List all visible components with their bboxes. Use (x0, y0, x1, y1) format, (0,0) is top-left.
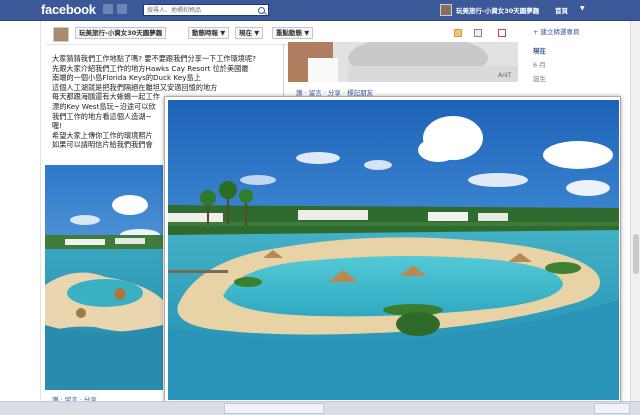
post-photo-image (45, 165, 163, 390)
right-card-photo (288, 42, 518, 82)
account-menu-icon[interactable]: ▼ (580, 5, 585, 12)
photo-watermark: AnIT (498, 72, 512, 79)
note-icon[interactable] (454, 29, 462, 37)
post-line: 南端的一個小島Florida Keys的Duck Key島上 (52, 73, 201, 83)
left-divider (40, 21, 41, 406)
chat-bar (0, 401, 640, 415)
friend-requests-icon[interactable] (103, 4, 113, 14)
search-box[interactable] (143, 4, 269, 16)
page-name-button[interactable]: 玩美旅行-小資女30天圓夢趣 (75, 27, 167, 39)
timeline-now[interactable]: 現在 (533, 45, 546, 55)
calendar-icon[interactable] (498, 29, 506, 37)
messages-icon[interactable] (117, 4, 127, 14)
page-avatar[interactable] (53, 27, 69, 42)
photo-lightbox[interactable] (164, 96, 621, 402)
search-icon[interactable] (258, 7, 265, 14)
profile-name-link[interactable]: 玩美旅行-小資女30天圓夢趣 (456, 5, 539, 15)
chat-tab[interactable] (224, 403, 324, 414)
home-link[interactable]: 首頁 (555, 5, 568, 15)
profile-avatar[interactable] (440, 4, 452, 16)
timeline-june[interactable]: 6 月 (533, 59, 546, 69)
photo-icon[interactable] (474, 29, 482, 37)
right-photo-card[interactable]: AnIT (288, 42, 518, 82)
timeline-menu[interactable]: 動態時報 ▼ (188, 27, 230, 39)
post-line: 這個人工湖就是把我們隔絕在離坦又安適回憶的地方 (52, 82, 218, 92)
resort-photo (168, 100, 619, 400)
create-page-link[interactable]: + 建立精選專頁 (533, 26, 580, 36)
scrollbar-thumb[interactable] (633, 234, 639, 274)
search-input[interactable] (144, 5, 255, 15)
chat-tab[interactable] (594, 403, 630, 414)
page-scrollbar[interactable] (630, 21, 640, 401)
now-menu[interactable]: 現在 ▼ (235, 27, 264, 39)
timeline-born[interactable]: 誕生 (533, 73, 546, 83)
post-line: 先跟大家介紹我們工作的地方Hawks Cay Resort 位於美國最 (52, 63, 249, 73)
top-bar: facebook 玩美旅行-小資女30天圓夢趣 首頁 ▼ (0, 0, 640, 21)
post-photo[interactable] (45, 165, 163, 390)
highlights-menu[interactable]: 重點動態 ▼ (272, 27, 314, 39)
facebook-logo[interactable]: facebook (41, 2, 96, 17)
post-line: 大家猜猜我們工作地點了嗎? 要不要跟我們分享一下工作環境呢? (52, 54, 256, 63)
